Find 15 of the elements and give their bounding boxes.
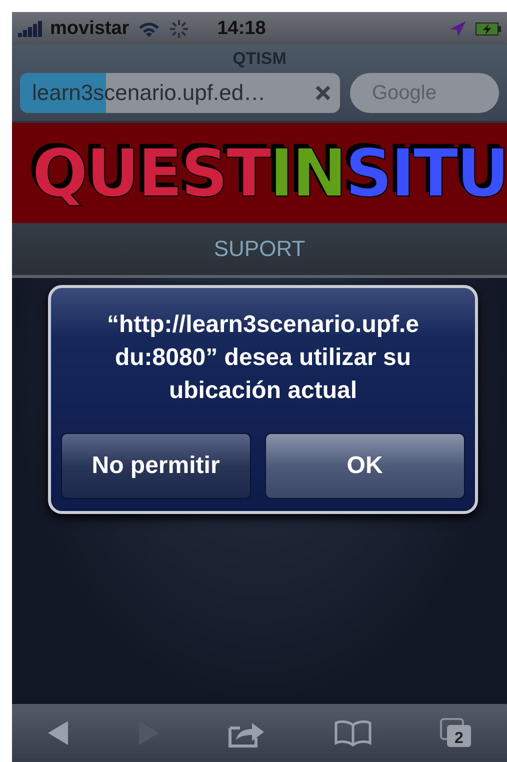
ok-button[interactable]: OK [264, 433, 465, 499]
location-arrow-icon [449, 20, 467, 38]
bookmarks-icon[interactable] [334, 719, 372, 747]
carrier-name: movistar [50, 18, 130, 40]
clear-icon[interactable] [314, 84, 332, 102]
back-icon[interactable] [46, 719, 70, 747]
status-time: 14:18 [217, 18, 266, 40]
signal-icon [18, 20, 42, 36]
battery-icon [475, 20, 501, 36]
logo-word: IN [269, 134, 346, 212]
logo-word: SITU [345, 134, 507, 212]
deny-button[interactable]: No permitir [61, 433, 251, 499]
section-heading: SUPORT [214, 236, 306, 262]
logo-word: QUEST [32, 134, 270, 212]
alert-message: “http://learn3scenario.upf.e du:8080” desea utilizar su ubicación actual [106, 310, 420, 406]
